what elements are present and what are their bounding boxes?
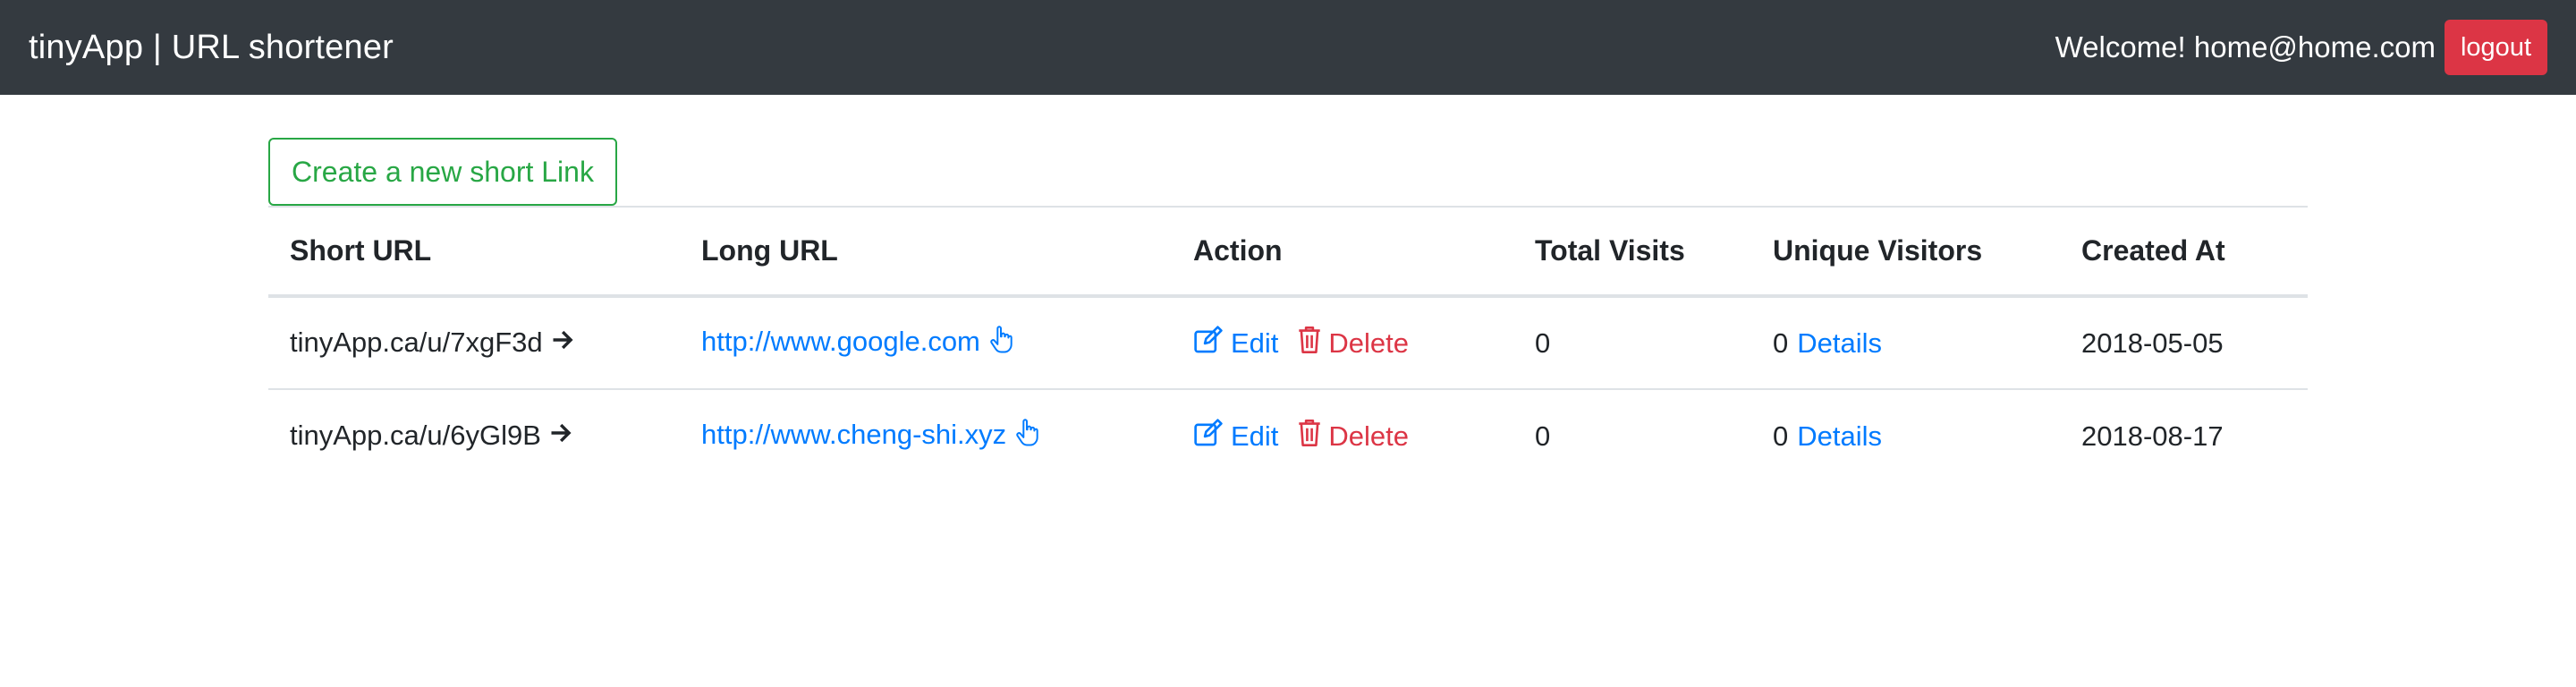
- trash-icon: [1298, 326, 1321, 361]
- unique-visitors-count: 0: [1773, 420, 1789, 452]
- short-url-cell: tinyApp.ca/u/6yGl9B: [268, 389, 680, 482]
- long-url-cell: http://www.google.com: [680, 296, 1172, 390]
- edit-label: Edit: [1231, 420, 1279, 452]
- action-cell: Edit Delete: [1172, 389, 1513, 482]
- create-short-link-button[interactable]: Create a new short Link: [268, 138, 617, 206]
- urls-table: Short URL Long URL Action Total Visits U…: [268, 206, 2308, 482]
- header-short-url: Short URL: [268, 206, 680, 298]
- edit-icon: [1193, 325, 1224, 361]
- logout-button[interactable]: logout: [2444, 20, 2547, 75]
- arrow-right-icon[interactable]: [548, 420, 573, 453]
- created-at-cell: 2018-08-17: [2081, 420, 2224, 452]
- unique-visitors-cell: 0 Details: [1751, 296, 2060, 390]
- header-created-at: Created At: [2060, 206, 2308, 298]
- navbar: tinyApp | URL shortener Welcome! home@ho…: [0, 0, 2576, 95]
- details-link[interactable]: Details: [1797, 327, 1882, 359]
- table-row: tinyApp.ca/u/6yGl9B http://www.cheng-shi…: [268, 389, 2308, 482]
- app-brand[interactable]: tinyApp | URL shortener: [29, 29, 394, 67]
- edit-button[interactable]: Edit: [1193, 418, 1279, 454]
- unique-visitors-count: 0: [1773, 327, 1789, 359]
- welcome-text: Welcome! home@home.com: [2055, 30, 2436, 64]
- edit-label: Edit: [1231, 327, 1279, 359]
- long-url-link[interactable]: http://www.cheng-shi.xyz: [701, 419, 1006, 450]
- main-content: Create a new short Link Short URL Long U…: [268, 138, 2308, 482]
- header-long-url: Long URL: [680, 206, 1172, 298]
- header-total-visits: Total Visits: [1513, 206, 1751, 298]
- delete-button[interactable]: Delete: [1298, 419, 1409, 454]
- table-row: tinyApp.ca/u/7xgF3d http://www.google.co…: [268, 296, 2308, 390]
- action-cell: Edit Delete: [1172, 296, 1513, 390]
- short-url-text: tinyApp.ca/u/7xgF3d: [290, 326, 543, 358]
- hand-pointer-icon: [1013, 418, 1040, 454]
- header-action: Action: [1172, 206, 1513, 298]
- unique-visitors-cell: 0 Details: [1751, 389, 2060, 482]
- table-header: Short URL Long URL Action Total Visits U…: [268, 206, 2308, 298]
- navbar-user-area: Welcome! home@home.com logout: [2055, 20, 2547, 75]
- total-visits-cell: 0: [1535, 420, 1551, 452]
- long-url-link[interactable]: http://www.google.com: [701, 326, 980, 357]
- arrow-right-icon[interactable]: [550, 327, 575, 360]
- edit-icon: [1193, 418, 1224, 454]
- total-visits-cell: 0: [1513, 296, 1751, 390]
- short-url-cell: tinyApp.ca/u/7xgF3d: [268, 296, 680, 390]
- details-link[interactable]: Details: [1797, 420, 1882, 452]
- created-at-cell: 2018-05-05: [2060, 296, 2308, 390]
- long-url-cell: http://www.cheng-shi.xyz: [680, 389, 1172, 482]
- delete-label: Delete: [1328, 420, 1410, 452]
- header-unique-visitors: Unique Visitors: [1751, 206, 2060, 298]
- short-url-text: tinyApp.ca/u/6yGl9B: [290, 419, 541, 451]
- trash-icon: [1298, 419, 1321, 454]
- delete-label: Delete: [1328, 327, 1410, 359]
- hand-pointer-icon: [987, 325, 1014, 361]
- edit-button[interactable]: Edit: [1193, 325, 1279, 361]
- delete-button[interactable]: Delete: [1298, 326, 1409, 361]
